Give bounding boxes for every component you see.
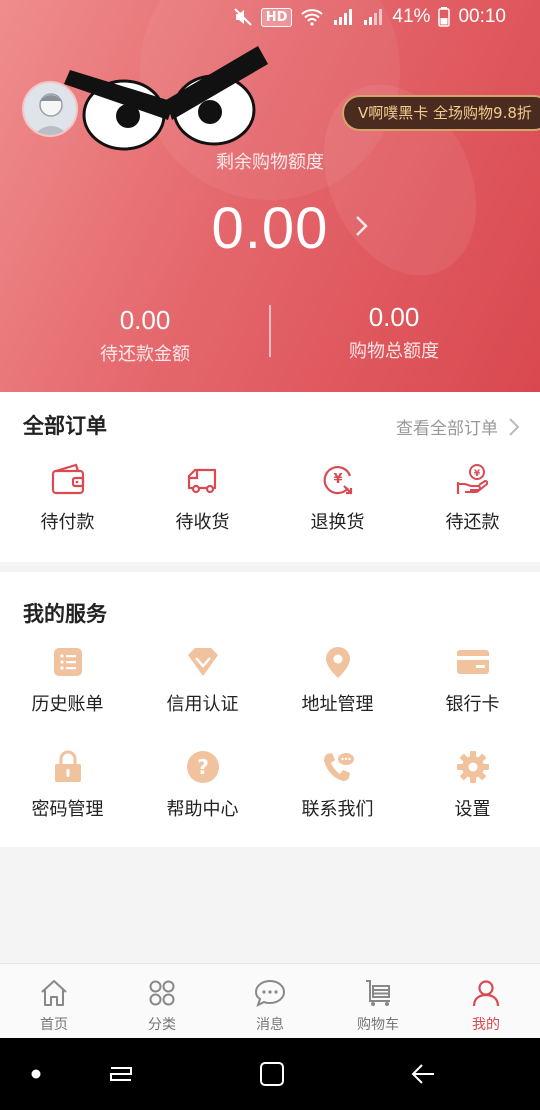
recents-icon[interactable] xyxy=(103,1056,139,1092)
repay-icon: ¥ xyxy=(453,460,493,500)
service-credit-verification[interactable]: 信用认证 xyxy=(135,642,270,716)
service-settings[interactable]: 设置 xyxy=(405,747,540,821)
service-bank-card[interactable]: 银行卡 xyxy=(405,642,540,716)
see-all-orders-link[interactable]: 查看全部订单 xyxy=(396,414,520,439)
service-label: 信用认证 xyxy=(166,694,239,715)
home-button-icon[interactable] xyxy=(254,1056,290,1092)
order-label: 待收货 xyxy=(175,512,230,533)
phone-icon xyxy=(318,747,358,787)
bottom-tab-bar: 首页 分类 消息 购物车 我的 xyxy=(0,963,540,1038)
battery-percent: 41% xyxy=(392,6,431,27)
home-icon xyxy=(37,976,71,1010)
card-icon xyxy=(453,642,493,682)
order-label: 待付款 xyxy=(40,512,95,533)
order-returns[interactable]: ¥ 退换货 xyxy=(270,460,405,534)
gear-icon xyxy=(453,747,493,787)
angry-eyes-decoration xyxy=(64,46,268,151)
service-address[interactable]: 地址管理 xyxy=(270,642,405,716)
order-pending-repayment[interactable]: ¥ 待还款 xyxy=(405,460,540,534)
remaining-credit-label: 剩余购物额度 xyxy=(216,152,324,173)
mute-icon xyxy=(233,6,253,28)
hd-badge: HD xyxy=(260,7,293,27)
service-label: 地址管理 xyxy=(301,694,374,715)
services-card: 我的服务 历史账单 信用认证 地址管理 银行卡 密码管理 ? 帮助中心 联系我们… xyxy=(0,572,540,847)
tab-label: 分类 xyxy=(148,1017,176,1033)
orders-title: 全部订单 xyxy=(23,414,107,438)
pending-repayment-label: 待还款金额 xyxy=(100,344,190,365)
tab-label: 首页 xyxy=(40,1017,68,1033)
order-label: 退换货 xyxy=(310,512,365,533)
tab-label: 消息 xyxy=(256,1017,284,1033)
help-icon: ? xyxy=(183,747,223,787)
service-bill-history[interactable]: 历史账单 xyxy=(0,642,135,716)
status-bar: HD 41% 00:10 xyxy=(0,0,540,36)
dot-icon[interactable] xyxy=(18,1056,54,1092)
tab-home[interactable]: 首页 xyxy=(0,964,108,1039)
refund-icon: ¥ xyxy=(318,460,358,500)
service-label: 设置 xyxy=(454,799,491,820)
account-header: HD 41% 00:10 V啊噗黑卡 全场购物9.8折 剩余购物额度 0.00 … xyxy=(0,0,540,392)
lock-icon xyxy=(48,747,88,787)
signal-4g-icon xyxy=(332,6,354,28)
category-icon xyxy=(145,976,179,1010)
signal-2g-icon xyxy=(362,6,384,28)
clock: 00:10 xyxy=(458,6,506,27)
total-credit-stat[interactable]: 0.00 购物总额度 xyxy=(294,302,494,363)
chevron-right-icon[interactable] xyxy=(352,214,372,238)
pending-repayment-value: 0.00 xyxy=(119,305,171,335)
service-contact-us[interactable]: 联系我们 xyxy=(270,747,405,821)
chevron-right-icon xyxy=(509,417,520,436)
svg-text:¥: ¥ xyxy=(333,472,342,487)
remaining-credit-value[interactable]: 0.00 xyxy=(200,195,340,262)
service-label: 历史账单 xyxy=(31,694,104,715)
system-navigation-bar xyxy=(0,1038,540,1110)
orders-card: 全部订单 查看全部订单 待付款 待收货 ¥ 退换货 ¥ 待还款 xyxy=(0,392,540,562)
vip-card-badge[interactable]: V啊噗黑卡 全场购物9.8折 xyxy=(342,95,540,131)
order-pending-receipt[interactable]: 待收货 xyxy=(135,460,270,534)
service-password[interactable]: 密码管理 xyxy=(0,747,135,821)
service-help-center[interactable]: ? 帮助中心 xyxy=(135,747,270,821)
tab-label: 我的 xyxy=(472,1017,500,1033)
message-icon xyxy=(253,976,287,1010)
wallet-icon xyxy=(48,460,88,500)
service-label: 银行卡 xyxy=(445,694,500,715)
truck-icon xyxy=(183,460,223,500)
location-icon xyxy=(318,642,358,682)
tab-category[interactable]: 分类 xyxy=(108,964,216,1039)
pending-repayment-stat[interactable]: 0.00 待还款金额 xyxy=(45,305,245,366)
order-label: 待还款 xyxy=(445,512,500,533)
battery-icon xyxy=(438,6,451,28)
order-pending-payment[interactable]: 待付款 xyxy=(0,460,135,534)
tab-messages[interactable]: 消息 xyxy=(216,964,324,1039)
diamond-icon xyxy=(183,642,223,682)
bill-icon xyxy=(48,642,88,682)
service-label: 帮助中心 xyxy=(166,799,239,820)
services-title: 我的服务 xyxy=(23,602,107,626)
back-icon[interactable] xyxy=(405,1056,441,1092)
svg-text:¥: ¥ xyxy=(473,469,480,479)
svg-text:?: ? xyxy=(197,755,209,779)
profile-icon xyxy=(469,976,503,1010)
see-all-orders-label: 查看全部订单 xyxy=(396,419,498,439)
cart-icon xyxy=(361,976,395,1010)
tab-label: 购物车 xyxy=(357,1017,399,1033)
service-label: 密码管理 xyxy=(31,799,104,820)
total-credit-label: 购物总额度 xyxy=(349,341,439,362)
tab-cart[interactable]: 购物车 xyxy=(324,964,432,1039)
total-credit-value: 0.00 xyxy=(368,302,420,332)
stat-divider xyxy=(269,305,271,357)
tab-profile[interactable]: 我的 xyxy=(432,964,540,1039)
service-label: 联系我们 xyxy=(301,799,374,820)
wifi-icon xyxy=(300,6,324,28)
